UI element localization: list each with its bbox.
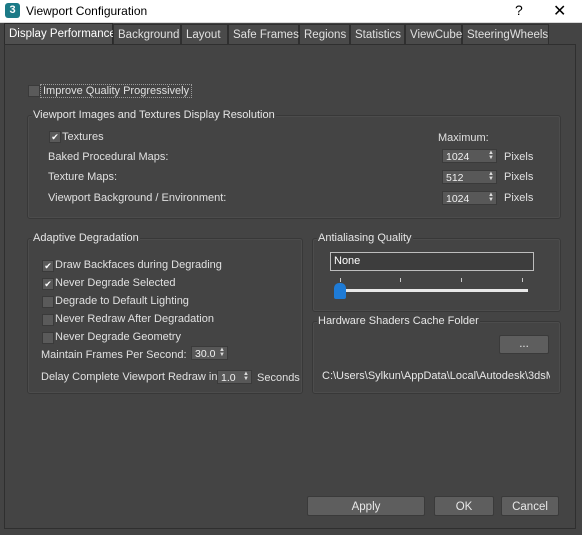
texture-maps-label: Texture Maps: — [48, 171, 118, 183]
viewport-background-value: 1024 — [446, 193, 470, 205]
slider-tick — [340, 278, 341, 282]
cancel-button[interactable]: Cancel — [501, 496, 559, 516]
never-degrade-selected-label: Never Degrade Selected — [55, 277, 176, 289]
antialiasing-group-title: Antialiasing Quality — [317, 232, 413, 244]
fps-value: 30.0 — [195, 348, 216, 360]
close-button[interactable]: ✕ — [553, 1, 566, 21]
baked-maps-value: 1024 — [446, 151, 470, 163]
never-degrade-geometry-checkbox[interactable] — [42, 332, 54, 344]
tab-viewcube[interactable]: ViewCube — [405, 24, 462, 44]
resolution-group-title: Viewport Images and Textures Display Res… — [32, 109, 276, 121]
degrade-default-lighting-checkbox[interactable] — [42, 296, 54, 308]
improve-quality-checkbox[interactable] — [28, 85, 40, 97]
antialiasing-slider-thumb[interactable] — [334, 283, 346, 299]
spinner-arrows-icon: ▲ ▼ — [243, 371, 249, 382]
shaders-cache-group — [312, 321, 561, 394]
title-bar: 3 Viewport Configuration ? ✕ — [0, 0, 582, 23]
browse-button[interactable]: ... — [499, 335, 549, 354]
maximum-label: Maximum: — [438, 132, 489, 144]
texture-maps-value: 512 — [446, 172, 464, 184]
tab-steeringwheels[interactable]: SteeringWheels — [462, 24, 549, 44]
shaders-cache-group-title: Hardware Shaders Cache Folder — [317, 315, 480, 327]
never-degrade-geometry-label: Never Degrade Geometry — [55, 331, 181, 343]
draw-backfaces-label: Draw Backfaces during Degrading — [55, 259, 222, 271]
antialiasing-slider-track[interactable] — [340, 289, 528, 292]
viewport-background-label: Viewport Background / Environment: — [48, 192, 227, 204]
help-button[interactable]: ? — [515, 2, 523, 18]
delay-value: 1.0 — [221, 372, 236, 384]
tab-background[interactable]: Background — [113, 24, 181, 44]
delay-spinner[interactable]: 1.0 ▲ ▼ — [217, 370, 252, 384]
window-title: Viewport Configuration — [26, 4, 148, 18]
spinner-arrows-icon: ▲ ▼ — [488, 150, 494, 161]
delay-label: Delay Complete Viewport Redraw in — [41, 371, 218, 383]
spinner-arrows-icon: ▲ ▼ — [488, 171, 494, 182]
viewport-background-unit: Pixels — [504, 192, 534, 204]
never-redraw-label: Never Redraw After Degradation — [55, 313, 214, 325]
fps-label: Maintain Frames Per Second: — [41, 349, 187, 361]
tab-display-performance[interactable]: Display Performance — [4, 23, 116, 45]
degrade-default-lighting-label: Degrade to Default Lighting — [55, 295, 189, 307]
delay-unit: Seconds — [257, 372, 300, 384]
apply-button[interactable]: Apply — [307, 496, 425, 516]
fps-spinner[interactable]: 30.0 ▲ ▼ — [191, 346, 228, 360]
app-icon: 3 — [5, 3, 20, 18]
viewport-background-spinner[interactable]: 1024 ▲ ▼ — [442, 191, 497, 205]
improve-quality-label[interactable]: Improve Quality Progressively — [40, 84, 193, 98]
spinner-arrows-icon: ▲ ▼ — [219, 347, 225, 358]
draw-backfaces-checkbox[interactable]: ✔ — [42, 260, 54, 272]
antialiasing-value-field: None — [330, 252, 534, 271]
textures-checkbox[interactable]: ✔ — [49, 131, 61, 143]
tab-safe-frames[interactable]: Safe Frames — [228, 24, 299, 44]
slider-tick — [522, 278, 523, 282]
ok-button[interactable]: OK — [434, 496, 494, 516]
shaders-cache-path: C:\Users\Sylkun\AppData\Local\Autodesk\3… — [322, 370, 550, 382]
tab-statistics[interactable]: Statistics — [350, 24, 405, 44]
never-redraw-checkbox[interactable] — [42, 314, 54, 326]
slider-tick — [400, 278, 401, 282]
tab-layout[interactable]: Layout — [181, 24, 228, 44]
baked-maps-unit: Pixels — [504, 151, 534, 163]
slider-tick — [461, 278, 462, 282]
antialiasing-group — [312, 238, 561, 312]
spinner-arrows-icon: ▲ ▼ — [488, 192, 494, 203]
baked-maps-spinner[interactable]: 1024 ▲ ▼ — [442, 149, 497, 163]
textures-label: Textures — [62, 131, 104, 143]
texture-maps-spinner[interactable]: 512 ▲ ▼ — [442, 170, 497, 184]
baked-maps-label: Baked Procedural Maps: — [48, 151, 169, 163]
never-degrade-selected-checkbox[interactable]: ✔ — [42, 278, 54, 290]
tab-regions[interactable]: Regions — [299, 24, 350, 44]
adaptive-group-title: Adaptive Degradation — [32, 232, 140, 244]
texture-maps-unit: Pixels — [504, 171, 534, 183]
